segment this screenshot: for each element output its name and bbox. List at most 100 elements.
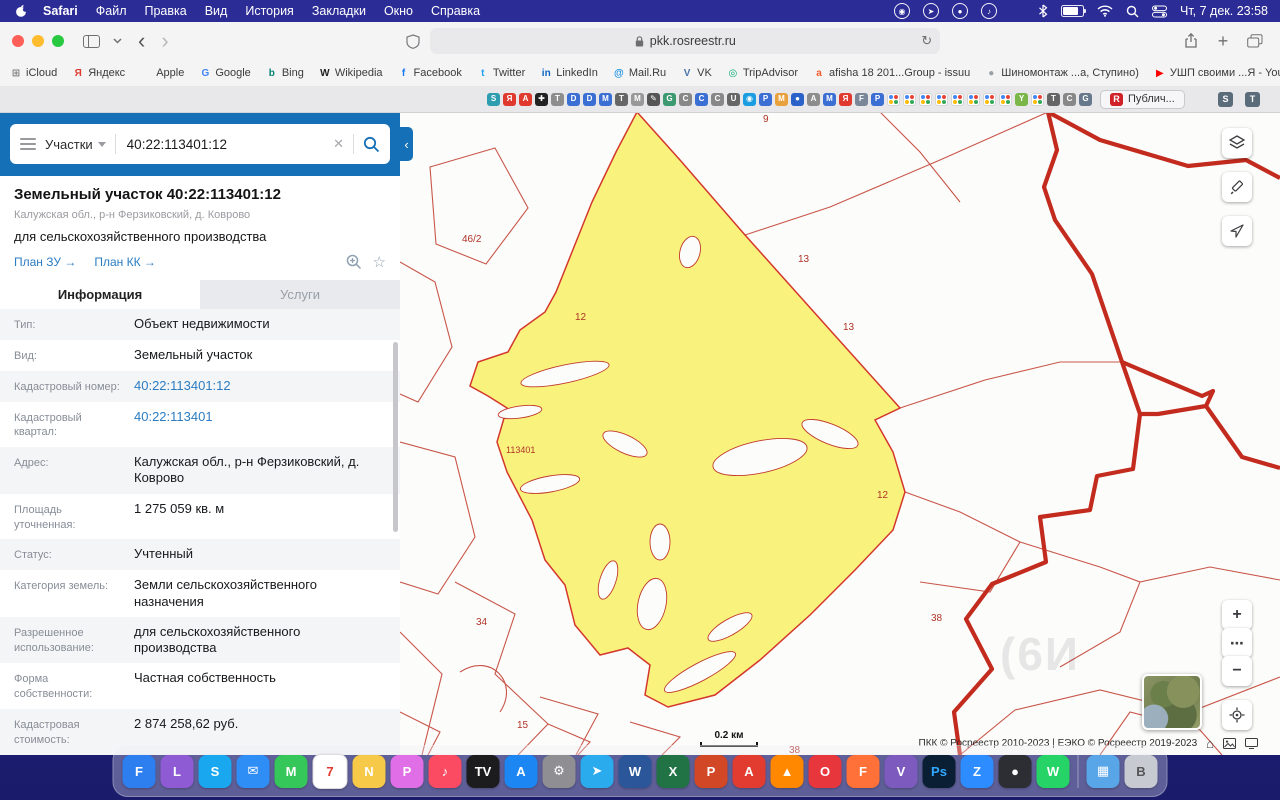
menu-item[interactable]: Файл (87, 0, 136, 22)
menu-item[interactable]: Вид (196, 0, 237, 22)
info-row-value[interactable]: 40:22:113401:12 (134, 378, 386, 395)
dock-app-messages[interactable]: M (274, 754, 308, 788)
close-window-button[interactable] (12, 35, 24, 47)
wifi-icon[interactable] (1097, 5, 1113, 17)
tab-favicon[interactable]: P (759, 92, 772, 106)
music-status-icon[interactable]: ♪ (981, 3, 998, 19)
tab-favicon[interactable]: ✎ (647, 92, 660, 106)
tab-favicon[interactable]: P (871, 92, 884, 106)
measure-button[interactable] (1222, 172, 1252, 202)
new-tab-icon[interactable]: + (1210, 28, 1236, 54)
bookmark-item[interactable]: Я Яндекс (72, 67, 126, 79)
tab-favicon[interactable]: M (775, 92, 788, 106)
apple-menu-icon[interactable] (14, 4, 28, 18)
bookmark-item[interactable]: b Bing (266, 67, 304, 79)
tab-favicon-app-dots[interactable] (887, 92, 900, 106)
spotlight-search-icon[interactable] (1126, 5, 1139, 18)
tab-favicon-app-dots[interactable] (935, 92, 948, 106)
cadastral-map[interactable]: 9 13 13 12 46/2 113401 12 34 38 15 38 (6И ‹ + ⋯ − … (400, 112, 1280, 755)
tab-favicon[interactable]: G (663, 92, 676, 106)
status-badge-icon[interactable]: ◉ (894, 3, 911, 19)
dock-app-settings[interactable]: ⚙ (542, 754, 576, 788)
bookmark-item[interactable]: @ Mail.Ru (613, 67, 666, 79)
tab-favicon[interactable]: T (551, 92, 564, 106)
dock-app-photoshop[interactable]: Ps (922, 754, 956, 788)
dock-app-music[interactable]: ♪ (428, 754, 462, 788)
tab-services[interactable]: Услуги (200, 280, 400, 309)
tab-favicon[interactable]: C (695, 92, 708, 106)
dock-app-photos[interactable]: P (390, 754, 424, 788)
menu-item[interactable]: Закладки (303, 0, 375, 22)
forward-button[interactable]: › (153, 30, 176, 52)
dock-app-powerpoint[interactable]: P (694, 754, 728, 788)
bookmark-item[interactable]: ● Шиномонтаж ...а, Ступино) (985, 67, 1139, 79)
fullscreen-window-button[interactable] (52, 35, 64, 47)
zoom-out-button[interactable]: − (1222, 656, 1252, 686)
screens-icon[interactable] (1245, 738, 1258, 749)
dock-app-notes[interactable]: N (352, 754, 386, 788)
dock-app-downloads-folder[interactable]: ▦ (1086, 754, 1120, 788)
input-language-flag-icon[interactable] (1010, 6, 1025, 16)
search-input[interactable] (124, 135, 325, 153)
menu-hamburger-icon[interactable] (20, 138, 36, 150)
panel-scrollbar[interactable] (393, 342, 398, 532)
bookmark-item[interactable]: ◎ TripAdvisor (727, 67, 798, 79)
dock-app-mail[interactable]: ✉ (236, 754, 270, 788)
menu-item[interactable]: Справка (422, 0, 489, 22)
tab-favicon[interactable]: S (487, 92, 500, 106)
clear-search-icon[interactable]: ✕ (333, 136, 344, 152)
bookmark-item[interactable]: a afisha 18 201...Group - issuu (813, 67, 970, 79)
back-button[interactable]: ‹ (130, 30, 153, 52)
bookmark-item[interactable]: f Facebook (398, 67, 462, 79)
bookmark-item[interactable]: ▶ УШП своими ...Я - YouTube (1154, 67, 1280, 79)
search-category-dropdown[interactable]: Участки (45, 137, 106, 152)
telegram-status-icon[interactable]: ➤ (923, 3, 940, 19)
plan-zu-link[interactable]: План ЗУ → (14, 255, 76, 269)
tab-favicon[interactable]: G (1079, 92, 1092, 106)
favorite-star-icon[interactable]: ☆ (373, 253, 386, 271)
search-plus-icon[interactable] (346, 254, 362, 270)
dock-app-whatsapp[interactable]: W (1036, 754, 1070, 788)
tab-favicon[interactable]: T (1245, 91, 1260, 107)
dock-app-launchpad[interactable]: L (160, 754, 194, 788)
tab-favicon[interactable]: Y (1015, 92, 1028, 106)
tab-favicon[interactable]: T (615, 92, 628, 106)
dock-app-excel[interactable]: X (656, 754, 690, 788)
navigate-arrow-button[interactable] (1222, 216, 1252, 246)
tab-favicon[interactable]: T (1047, 92, 1060, 106)
sidebar-chevron-icon[interactable] (104, 28, 130, 54)
tab-favicon[interactable]: ● (791, 92, 804, 106)
tab-favicon[interactable]: S (1218, 91, 1233, 107)
tab-favicon[interactable]: А (519, 92, 532, 106)
tab-favicon-app-dots[interactable] (983, 92, 996, 106)
tab-favicon[interactable]: D (583, 92, 596, 106)
more-tools-button[interactable]: ⋯ (1222, 628, 1252, 658)
tab-overview-icon[interactable] (1242, 28, 1268, 54)
tab-favicon[interactable]: D (567, 92, 580, 106)
zoom-in-button[interactable]: + (1222, 600, 1252, 630)
tab-information[interactable]: Информация (0, 280, 200, 309)
bluetooth-icon[interactable] (1038, 4, 1048, 18)
record-status-icon[interactable]: ● (952, 3, 969, 19)
dock-app-app-store[interactable]: A (504, 754, 538, 788)
tab-favicon[interactable]: ✚ (535, 92, 548, 106)
dock-app-word[interactable]: W (618, 754, 652, 788)
dock-app-safari[interactable]: S (198, 754, 232, 788)
tab-favicon[interactable]: C (711, 92, 724, 106)
dock-app-telegram[interactable]: ➤ (580, 754, 614, 788)
dock-app-vlc[interactable]: ▲ (770, 754, 804, 788)
menu-item[interactable]: Правка (135, 0, 195, 22)
search-box[interactable]: Участки ✕ (10, 124, 390, 164)
dock-app-finder[interactable]: F (122, 754, 156, 788)
dock-app-obs[interactable]: ● (998, 754, 1032, 788)
tab-favicon-app-dots[interactable] (967, 92, 980, 106)
bookmark-item[interactable]: in LinkedIn (540, 67, 598, 79)
share-icon[interactable] (1178, 28, 1204, 54)
bookmark-item[interactable]: W Wikipedia (319, 67, 382, 79)
info-row-value[interactable]: 40:22:113401 (134, 409, 386, 441)
tab-favicon[interactable]: M (823, 92, 836, 106)
tab-favicon-app-dots[interactable] (903, 92, 916, 106)
dock-app-calendar[interactable]: 7 (312, 753, 348, 789)
bookmark-item[interactable]: t Twitter (477, 67, 525, 79)
tab-favicon-app-dots[interactable] (919, 92, 932, 106)
